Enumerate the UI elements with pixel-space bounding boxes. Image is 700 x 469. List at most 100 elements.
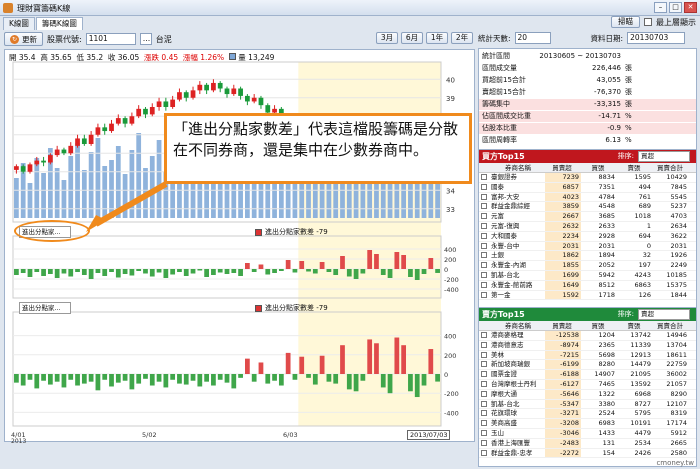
column-header[interactable]: 券商名稱 (489, 163, 545, 172)
row-checkbox[interactable] (479, 449, 489, 458)
column-header[interactable]: 買賣超 (545, 163, 581, 172)
broker-row[interactable]: 港商德意志 -8974 2365 11339 13704 (479, 340, 696, 351)
period-2y-button[interactable]: 2年 (451, 32, 473, 44)
checkbox-box[interactable] (481, 262, 487, 269)
row-checkbox[interactable] (479, 183, 489, 192)
checkbox-box[interactable] (481, 242, 487, 249)
row-checkbox[interactable] (479, 409, 489, 418)
column-header[interactable]: 買張 (581, 163, 617, 172)
row-checkbox[interactable] (479, 242, 489, 251)
broker-row[interactable]: 香港上海匯豐 -2483 131 2534 2665 (479, 438, 696, 449)
broker-row[interactable]: 國泰 6857 7351 494 7845 (479, 182, 696, 193)
always-on-top-checkbox[interactable] (644, 18, 652, 26)
checkbox-box[interactable] (481, 252, 487, 259)
checkbox-box[interactable] (481, 281, 487, 288)
row-checkbox[interactable] (479, 261, 489, 270)
broker-row[interactable]: 臺銀證券 7239 8834 1595 10429 (479, 173, 696, 183)
row-checkbox[interactable] (479, 291, 489, 300)
column-header[interactable]: 買賣合計 (653, 321, 689, 330)
broker-row[interactable]: 台灣摩根士丹利 -6127 7465 13592 21057 (479, 379, 696, 390)
broker-row[interactable]: 美商高盛 -3208 6983 10191 17174 (479, 419, 696, 429)
row-checkbox[interactable] (479, 351, 489, 360)
broker-row[interactable]: 永豐-台中 2031 2031 0 2031 (479, 241, 696, 252)
checkbox-box[interactable] (481, 183, 487, 190)
buy-sort-select[interactable]: 買超 (638, 151, 690, 162)
broker-row[interactable]: 第一金 1592 1718 126 1844 (479, 290, 696, 301)
row-checkbox[interactable] (479, 173, 489, 182)
row-checkbox[interactable] (479, 380, 489, 389)
stat-days-select[interactable]: 20 (514, 32, 551, 44)
row-checkbox[interactable] (479, 193, 489, 202)
checkbox-box[interactable] (481, 291, 487, 298)
row-checkbox[interactable] (479, 212, 489, 221)
broker-row[interactable]: 玉山 -3046 1433 4479 5912 (479, 428, 696, 439)
row-checkbox[interactable] (479, 439, 489, 448)
column-header[interactable]: 賣張 (617, 321, 653, 330)
row-checkbox[interactable] (479, 331, 489, 340)
checkbox-box[interactable] (481, 332, 487, 338)
broker-row[interactable]: 永豐金-內湖 1855 2052 197 2249 (479, 261, 696, 271)
checkbox-box[interactable] (481, 361, 487, 368)
column-header[interactable]: 券商名稱 (489, 321, 545, 330)
row-checkbox[interactable] (479, 400, 489, 409)
period-1y-button[interactable]: 1年 (426, 32, 448, 44)
checkbox-box[interactable] (481, 380, 487, 387)
row-checkbox[interactable] (479, 202, 489, 211)
broker-row[interactable]: 大和國泰 2234 2928 694 3622 (479, 231, 696, 242)
broker-row[interactable]: 土銀 1862 1894 32 1926 (479, 251, 696, 262)
checkbox-box[interactable] (481, 420, 487, 427)
checkbox-box[interactable] (481, 222, 487, 229)
broker-row[interactable]: 元富 2667 3685 1018 4703 (479, 212, 696, 222)
symbol-picker-button[interactable]: … (139, 33, 152, 45)
checkbox-box[interactable] (481, 390, 487, 397)
close-icon[interactable]: ✕ (684, 2, 697, 13)
checkbox-box[interactable] (481, 449, 487, 456)
refresh-button[interactable]: ↻ 更新 (4, 32, 43, 46)
checkbox-box[interactable] (481, 203, 487, 210)
column-header[interactable]: 買張 (581, 321, 617, 330)
checkbox-box[interactable] (481, 271, 487, 278)
row-checkbox[interactable] (479, 251, 489, 260)
checkbox-box[interactable] (481, 439, 487, 446)
checkbox-box[interactable] (481, 429, 487, 436)
checkbox-box[interactable] (481, 193, 487, 200)
chart-area[interactable]: 40393837363534334002000-200-4004002000-2… (4, 49, 475, 445)
broker-row[interactable]: 國票金證 -6188 14907 21095 36002 (479, 370, 696, 380)
broker-row[interactable]: 富邦-大安 4023 4784 761 5545 (479, 192, 696, 203)
row-checkbox[interactable] (479, 222, 489, 231)
sell-sort-select[interactable]: 賣超 (638, 309, 690, 320)
broker-row[interactable]: 群益金鼎綜經 3859 4548 689 5237 (479, 202, 696, 213)
row-checkbox[interactable] (479, 341, 489, 350)
row-checkbox[interactable] (479, 271, 489, 280)
column-header[interactable]: 買賣合計 (653, 163, 689, 172)
row-checkbox[interactable] (479, 419, 489, 428)
broker-row[interactable]: 群益金鼎-忠孝 -2272 154 2426 2580 (479, 448, 696, 459)
symbol-input[interactable]: 1101 (85, 33, 136, 45)
broker-row[interactable]: 凱基-台北 -5347 3380 8727 12107 (479, 399, 696, 410)
pane2-indicator-select[interactable]: 進出分點家... (19, 302, 71, 314)
broker-row[interactable]: 新加坡商瑞銀 -6199 8280 14479 22759 (479, 360, 696, 371)
minimize-icon[interactable]: – (654, 2, 667, 13)
row-checkbox[interactable] (479, 390, 489, 399)
period-3m-button[interactable]: 3月 (376, 32, 398, 44)
broker-row[interactable]: 花旗環球 -3271 2524 5795 8319 (479, 409, 696, 420)
checkbox-box[interactable] (481, 371, 487, 378)
column-header[interactable]: 買賣超 (545, 321, 581, 330)
row-checkbox[interactable] (479, 360, 489, 369)
checkbox-box[interactable] (481, 232, 487, 239)
checkbox-box[interactable] (481, 174, 487, 180)
broker-row[interactable]: 凱基-台北 1699 5942 4243 10185 (479, 270, 696, 281)
column-header[interactable]: 賣張 (617, 163, 653, 172)
broker-row[interactable]: 元富-復興 2632 2633 1 2634 (479, 221, 696, 232)
checkbox-box[interactable] (481, 410, 487, 417)
tab-chip-kline[interactable]: 籌碼K線圖 (35, 17, 83, 30)
row-checkbox[interactable] (479, 429, 489, 438)
checkbox-box[interactable] (481, 341, 487, 348)
maximize-icon[interactable]: □ (669, 2, 682, 13)
broker-row[interactable]: 港商麥格理 -12538 1204 13742 14946 (479, 331, 696, 341)
broker-row[interactable]: 美林 -7215 5698 12913 18611 (479, 350, 696, 361)
period-6m-button[interactable]: 6月 (401, 32, 423, 44)
row-checkbox[interactable] (479, 232, 489, 241)
checkbox-box[interactable] (481, 400, 487, 407)
row-checkbox[interactable] (479, 281, 489, 290)
